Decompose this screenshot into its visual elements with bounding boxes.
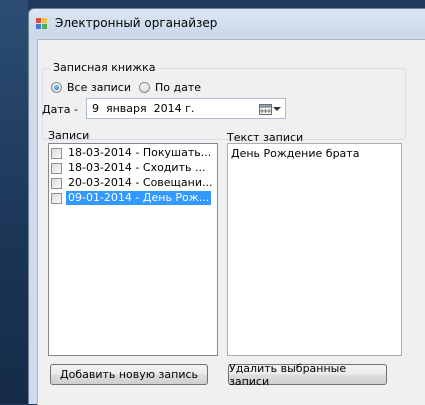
app-window: Электронный органайзер Записная книжка В…	[28, 8, 425, 405]
desktop-background	[0, 0, 28, 404]
delete-selected-button[interactable]: Удалить выбранные записи	[228, 362, 387, 388]
date-label: Дата -	[42, 103, 78, 116]
window-title: Электронный органайзер	[55, 16, 218, 30]
entries-label: Записи	[48, 129, 90, 142]
radio-by-date[interactable]: По дате	[139, 81, 201, 94]
entry-checkbox[interactable]	[51, 192, 62, 204]
entry-text[interactable]: 20-03-2014 - Совещани...	[66, 176, 214, 190]
calendar-icon[interactable]	[259, 103, 272, 115]
radio-by-date-indicator[interactable]	[139, 82, 150, 93]
radio-all-label: Все записи	[67, 81, 131, 94]
add-entry-button[interactable]: Добавить новую запись	[50, 364, 208, 385]
radio-all-entries[interactable]: Все записи	[51, 81, 131, 94]
list-item[interactable]: 18-03-2014 - Покушать...	[51, 146, 216, 160]
entry-text[interactable]: 18-03-2014 - Сходить ...	[66, 161, 207, 175]
title-bar[interactable]: Электронный органайзер	[29, 9, 425, 37]
entries-list[interactable]: 18-03-2014 - Покушать... 18-03-2014 - Сх…	[48, 143, 218, 356]
list-item[interactable]: 20-03-2014 - Совещани...	[51, 176, 216, 190]
entry-checkbox[interactable]	[51, 162, 62, 174]
notebook-group-title: Записная книжка	[51, 61, 158, 74]
list-item[interactable]: 18-03-2014 - Сходить ...	[51, 161, 216, 175]
client-area: Записная книжка Все записи По дате Дата …	[37, 39, 425, 405]
entry-text[interactable]: 18-03-2014 - Покушать...	[66, 146, 213, 160]
radio-by-date-label: По дате	[155, 81, 202, 94]
date-picker-dropdown[interactable]	[259, 101, 283, 116]
entry-text-box[interactable]: День Рождение брата	[227, 143, 402, 356]
entry-text-content[interactable]: День Рождение брата	[231, 147, 359, 160]
entry-checkbox[interactable]	[51, 177, 62, 189]
radio-all-indicator[interactable]	[51, 82, 62, 93]
date-picker[interactable]: 9 января 2014 г.	[86, 98, 286, 119]
organizer-app-icon	[36, 18, 47, 29]
entry-checkbox[interactable]	[51, 147, 62, 159]
list-item-selected[interactable]: 09-01-2014 - День Рож...	[51, 191, 216, 205]
chevron-down-icon[interactable]	[273, 106, 281, 112]
date-picker-value[interactable]: 9 января 2014 г.	[92, 102, 194, 115]
entry-text[interactable]: 09-01-2014 - День Рож...	[66, 191, 212, 205]
